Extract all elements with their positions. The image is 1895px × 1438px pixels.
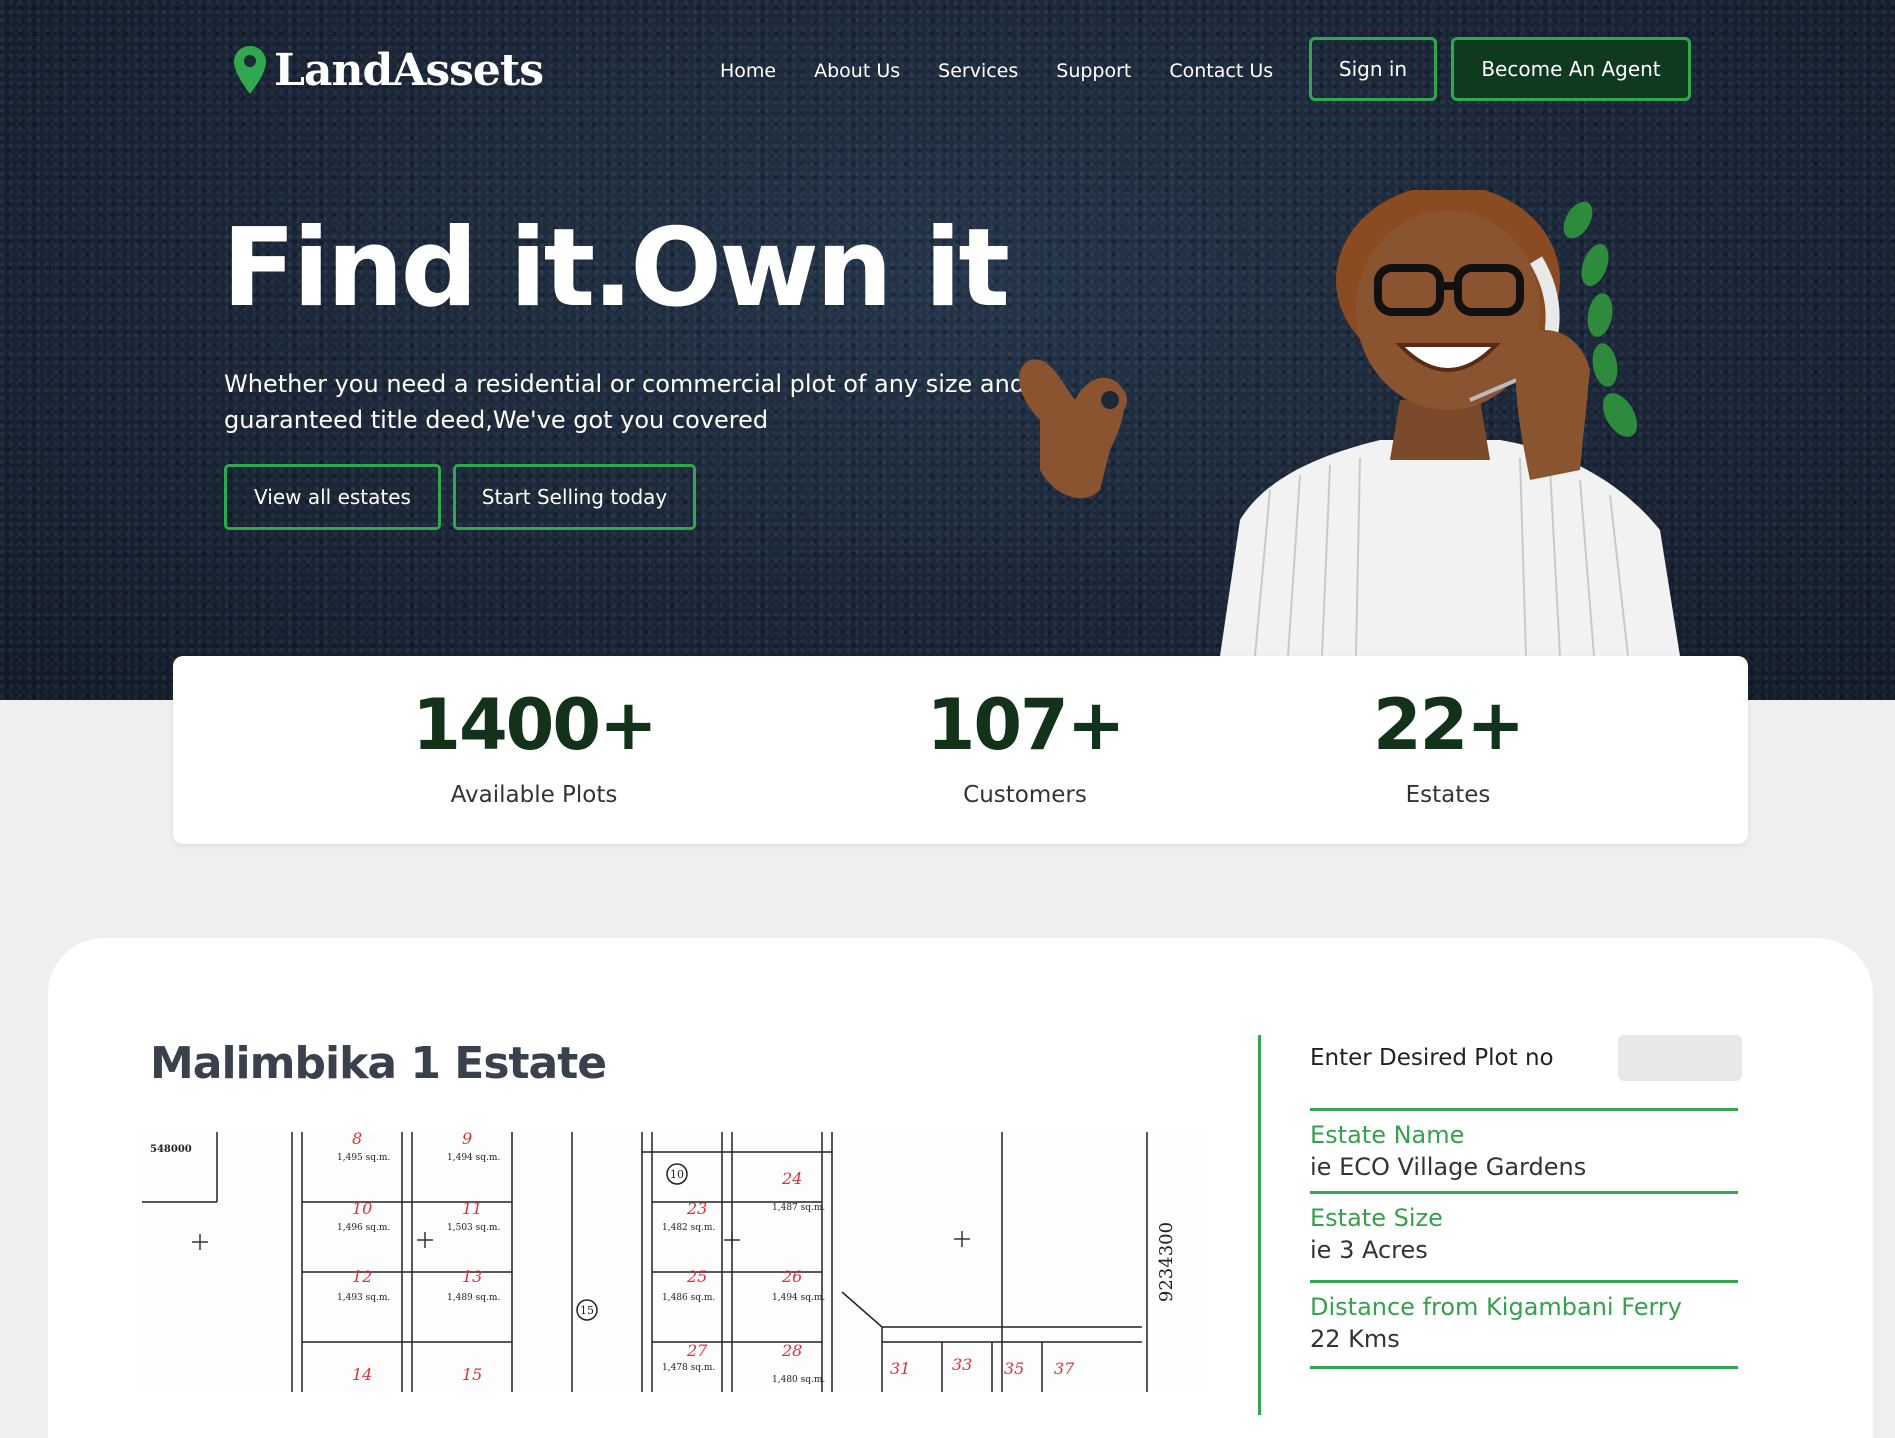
plot-number-26[interactable]: 26: [781, 1267, 802, 1286]
plot-number-23[interactable]: 23: [686, 1199, 707, 1218]
estate-size-field: Estate Size ie 3 Acres: [1310, 1191, 1738, 1274]
nav-contact-us[interactable]: Contact Us: [1169, 60, 1273, 82]
stat-estates: 22+ Estates: [1298, 690, 1598, 808]
plot-number-input[interactable]: [1618, 1035, 1742, 1081]
estate-card: Malimbika 1 Estate 8 9 10 11 12 13 14 15…: [48, 938, 1873, 1438]
plot-area-label: 1,494 sq.m.: [447, 1153, 500, 1163]
plot-number-31[interactable]: 31: [890, 1359, 910, 1378]
plot-area-label: 1,495 sq.m.: [337, 1153, 390, 1163]
nav-support[interactable]: Support: [1056, 60, 1131, 82]
nav-about-us[interactable]: About Us: [814, 60, 900, 82]
beacon-number: 10: [670, 1168, 684, 1181]
plot-number-28[interactable]: 28: [781, 1341, 802, 1360]
logo-text: LandAssets: [274, 44, 544, 96]
plot-area-label: 1,480 sq.m.: [772, 1375, 825, 1385]
estate-title: Malimbika 1 Estate: [150, 1038, 607, 1089]
stat-label: Customers: [963, 782, 1087, 808]
become-agent-button[interactable]: Become An Agent: [1451, 37, 1691, 101]
northing-coordinate: 9234300: [1156, 1222, 1177, 1302]
beacon-number: 15: [580, 1304, 594, 1317]
field-label: Estate Size: [1310, 1204, 1443, 1232]
plot-search-row: Enter Desired Plot no: [1310, 1035, 1742, 1085]
main-nav: Home About Us Services Support Contact U…: [720, 40, 1273, 102]
plot-number-15[interactable]: 15: [462, 1365, 482, 1384]
stat-value: 107+: [926, 684, 1126, 766]
field-value: 22 Kms: [1310, 1325, 1400, 1353]
plot-number-12[interactable]: 12: [352, 1267, 372, 1286]
field-label: Distance from Kigambani Ferry: [1310, 1293, 1682, 1321]
plot-number-35[interactable]: 35: [1004, 1359, 1024, 1378]
field-value: ie ECO Village Gardens: [1310, 1153, 1587, 1181]
stat-value: 22+: [1372, 684, 1525, 766]
hero-section: LandAssets Home About Us Services Suppor…: [0, 0, 1895, 700]
plot-number-13[interactable]: 13: [462, 1267, 482, 1286]
stat-label: Available Plots: [450, 782, 618, 808]
plot-number-9[interactable]: 9: [462, 1132, 472, 1148]
plot-number-33[interactable]: 33: [952, 1355, 972, 1374]
plot-number-11[interactable]: 11: [462, 1199, 482, 1218]
easting-coordinate: 548000: [150, 1144, 192, 1155]
view-all-estates-button[interactable]: View all estates: [224, 464, 441, 530]
stats-card: 1400+ Available Plots 107+ Customers 22+…: [173, 656, 1748, 844]
field-label: Estate Name: [1310, 1121, 1465, 1149]
plot-number-24[interactable]: 24: [781, 1169, 802, 1188]
logo[interactable]: LandAssets: [232, 42, 544, 98]
sign-in-button[interactable]: Sign in: [1309, 37, 1437, 101]
survey-plan-map[interactable]: 8 9 10 11 12 13 14 15 23 24 25 26 27 28 31 33 35 37 1,495 …: [142, 1132, 1202, 1392]
plot-number-37[interactable]: 37: [1054, 1359, 1075, 1378]
plot-area-label: 1,503 sq.m.: [447, 1223, 500, 1233]
plot-area-label: 1,494 sq.m.: [772, 1293, 825, 1303]
plot-area-label: 1,493 sq.m.: [337, 1293, 390, 1303]
hero-subtitle-line-2: guaranteed title deed,We've got you cove…: [224, 406, 769, 434]
plot-area-label: 1,489 sq.m.: [447, 1293, 500, 1303]
nav-home[interactable]: Home: [720, 60, 776, 82]
hero-subtitle-line-1: Whether you need a residential or commer…: [224, 370, 1026, 398]
plot-area-label: 1,496 sq.m.: [337, 1223, 390, 1233]
agent-photo: [1019, 190, 1680, 656]
stat-customers: 107+ Customers: [875, 690, 1175, 808]
hero-subtitle: Whether you need a residential or commer…: [224, 366, 1064, 438]
plot-area-label: 1,478 sq.m.: [662, 1363, 715, 1373]
plot-area-label: 1,487 sq.m.: [772, 1203, 825, 1213]
location-pin-icon: [232, 44, 268, 96]
distance-field: Distance from Kigambani Ferry 22 Kms: [1310, 1280, 1738, 1363]
section-divider: [1258, 1035, 1261, 1415]
plot-number-10[interactable]: 10: [352, 1199, 372, 1218]
plot-number-8[interactable]: 8: [352, 1132, 362, 1148]
plot-area-label: 1,482 sq.m.: [662, 1223, 715, 1233]
nav-services[interactable]: Services: [938, 60, 1018, 82]
plot-number-25[interactable]: 25: [686, 1267, 707, 1286]
field-value: ie 3 Acres: [1310, 1236, 1428, 1264]
hero-title: Find it.Own it: [222, 206, 1010, 331]
plot-number-label: Enter Desired Plot no: [1310, 1045, 1554, 1071]
estate-name-field: Estate Name ie ECO Village Gardens: [1310, 1108, 1738, 1191]
survey-plan-drawing: 8 9 10 11 12 13 14 15 23 24 25 26 27 28 31 33 35 37 1,495 …: [142, 1132, 1177, 1392]
plot-number-27[interactable]: 27: [686, 1341, 708, 1360]
plot-number-14[interactable]: 14: [352, 1365, 372, 1384]
stat-label: Estates: [1405, 782, 1491, 808]
plot-area-label: 1,486 sq.m.: [662, 1293, 715, 1303]
field-underline: [1310, 1366, 1738, 1369]
stat-value: 1400+: [412, 684, 657, 766]
stat-available-plots: 1400+ Available Plots: [384, 690, 684, 808]
start-selling-button[interactable]: Start Selling today: [453, 464, 696, 530]
